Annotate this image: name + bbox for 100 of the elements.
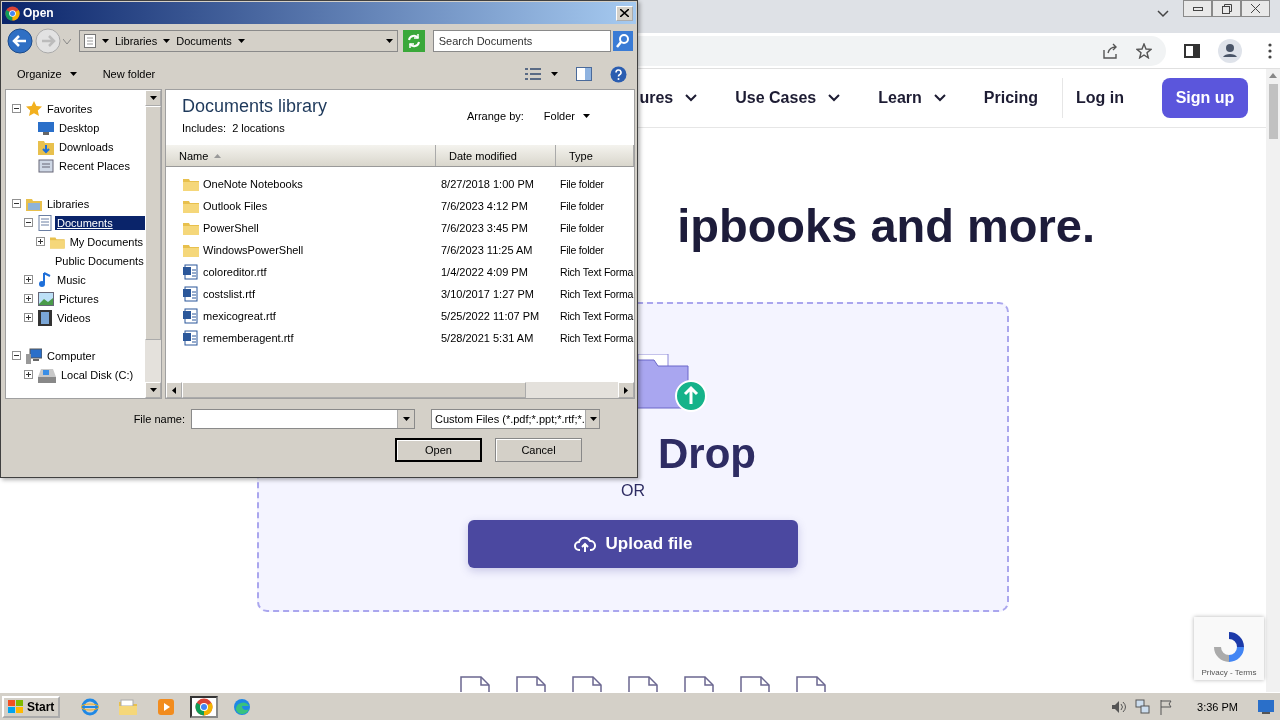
monitor-icon	[38, 120, 54, 135]
hero-heading: ipbooks and more.	[677, 198, 1095, 254]
toolbar-button[interactable]: Organize	[9, 66, 85, 82]
view-menu-caret[interactable]	[551, 72, 558, 76]
view-options-icon[interactable]	[525, 68, 541, 80]
tree-item[interactable]: Documents	[55, 215, 145, 230]
address-field[interactable]: Libraries Documents	[79, 30, 398, 52]
tree-item[interactable]: Recent Places	[57, 158, 145, 173]
tree-item[interactable]: Local Disk (C:)	[59, 367, 145, 382]
nav-link[interactable]: ures	[639, 89, 698, 107]
toolbar-button[interactable]: New folder	[94, 66, 164, 82]
library-includes: Includes: 2 locations	[182, 122, 286, 134]
expand-toggle[interactable]	[36, 237, 45, 246]
folder-icon	[50, 234, 65, 249]
start-button[interactable]: Start	[2, 695, 61, 718]
search-button[interactable]	[613, 31, 633, 51]
restore-button[interactable]	[1212, 0, 1241, 17]
file-name[interactable]: PowerShell	[203, 222, 259, 234]
tree-item[interactable]: Public Documents	[53, 253, 145, 268]
page-scrollbar[interactable]	[1266, 69, 1280, 692]
file-type: Rich Text Forma	[559, 288, 634, 300]
file-name[interactable]: costslist.rtf	[203, 288, 255, 300]
dialog-button[interactable]: Cancel	[495, 438, 582, 462]
nav-link[interactable]: Learn	[878, 89, 946, 107]
breadcrumb[interactable]: Documents	[176, 35, 232, 47]
tree-item[interactable]: Videos	[55, 310, 145, 325]
file-name-label: File name:	[132, 413, 186, 425]
taskbar-app[interactable]	[190, 695, 219, 718]
plus-icon	[26, 315, 31, 320]
file-name-field[interactable]	[191, 409, 415, 429]
tab-search-button[interactable]	[1157, 10, 1169, 18]
file-type: File folder	[559, 178, 605, 190]
speaker-icon	[1111, 699, 1128, 714]
breadcrumb[interactable]: Libraries	[115, 35, 158, 47]
document-icon	[183, 308, 199, 324]
more-menu-icon[interactable]	[1268, 42, 1272, 59]
libraries-icon	[26, 196, 42, 211]
windows-logo-icon	[8, 699, 24, 714]
column-header[interactable]: Name	[166, 145, 436, 166]
tree-item[interactable]: Computer	[45, 348, 145, 363]
column-header[interactable]: Date modified	[436, 145, 556, 166]
scroll-left-button[interactable]	[166, 382, 182, 398]
close-button[interactable]	[1241, 0, 1270, 17]
arrange-by-dropdown[interactable]: Folder	[535, 108, 598, 124]
horizontal-scrollbar[interactable]	[166, 382, 634, 398]
file-name[interactable]: WindowsPowerShell	[203, 244, 304, 256]
scroll-down-button[interactable]	[145, 382, 161, 398]
dialog-button[interactable]: Open	[395, 438, 482, 462]
privacy-terms-links[interactable]: Privacy - Terms	[1201, 668, 1257, 677]
search-field[interactable]: Search Documents	[432, 30, 611, 52]
tree-item[interactable]: Favorites	[45, 101, 145, 116]
column-header[interactable]: Type	[556, 145, 634, 166]
vertical-scrollbar[interactable]	[145, 90, 161, 398]
tree-item[interactable]: My Documents	[67, 234, 145, 249]
date-modified: 8/27/2018 1:00 PM	[440, 178, 535, 190]
collapse-toggle[interactable]	[12, 199, 21, 208]
minimize-icon	[1192, 6, 1203, 11]
expand-toggle[interactable]	[24, 313, 33, 322]
preview-pane-icon[interactable]	[576, 67, 592, 81]
collapse-toggle[interactable]	[24, 218, 33, 227]
file-name[interactable]: rememberagent.rtf	[203, 332, 294, 344]
date-modified: 1/4/2022 4:09 PM	[440, 266, 529, 278]
tree-item[interactable]: Desktop	[57, 120, 145, 135]
login-link[interactable]: Log in	[1076, 89, 1124, 107]
file-name[interactable]: Outlook Files	[203, 200, 268, 212]
tree-item[interactable]: Music	[55, 272, 145, 287]
star-icon[interactable]	[1136, 42, 1152, 59]
tree-item[interactable]: Libraries	[45, 196, 145, 211]
nav-link[interactable]: Use Cases	[735, 89, 841, 107]
upload-file-button[interactable]: Upload file	[468, 520, 798, 568]
signup-button[interactable]: Sign up	[1162, 78, 1248, 118]
share-icon[interactable]	[1102, 42, 1118, 59]
caret-icon	[590, 417, 598, 421]
collapse-toggle[interactable]	[12, 104, 21, 113]
left-arrow-icon	[172, 386, 176, 394]
scrollbar-thumb[interactable]	[1268, 84, 1278, 139]
tree-item[interactable]: Downloads	[57, 139, 145, 154]
help-icon[interactable]	[610, 65, 627, 83]
collapse-toggle[interactable]	[12, 351, 21, 360]
file-name[interactable]: coloreditor.rtf	[203, 266, 267, 278]
refresh-button[interactable]	[402, 30, 425, 52]
plus-icon	[26, 277, 31, 282]
file-name[interactable]: OneNote Notebooks	[203, 178, 303, 190]
side-panel-icon[interactable]	[1184, 43, 1200, 58]
expand-toggle[interactable]	[24, 370, 33, 379]
tree-item[interactable]: Pictures	[57, 291, 145, 306]
profile-avatar[interactable]	[1218, 38, 1242, 63]
expand-toggle[interactable]	[24, 294, 33, 303]
scroll-right-button[interactable]	[618, 382, 634, 398]
chrome-logo-icon	[5, 5, 20, 21]
minimize-button[interactable]	[1183, 0, 1212, 17]
file-name[interactable]: mexicogreat.rtf	[203, 310, 276, 322]
star-icon	[26, 100, 42, 117]
nav-link[interactable]: Pricing	[983, 89, 1038, 107]
back-button[interactable]	[7, 28, 33, 54]
expand-toggle[interactable]	[24, 275, 33, 284]
plus-icon	[26, 372, 31, 377]
file-type-dropdown[interactable]: Custom Files (*.pdf;*.ppt;*.rtf;*.	[431, 409, 600, 429]
caret-icon	[402, 417, 410, 421]
scroll-up-button[interactable]	[145, 90, 161, 106]
